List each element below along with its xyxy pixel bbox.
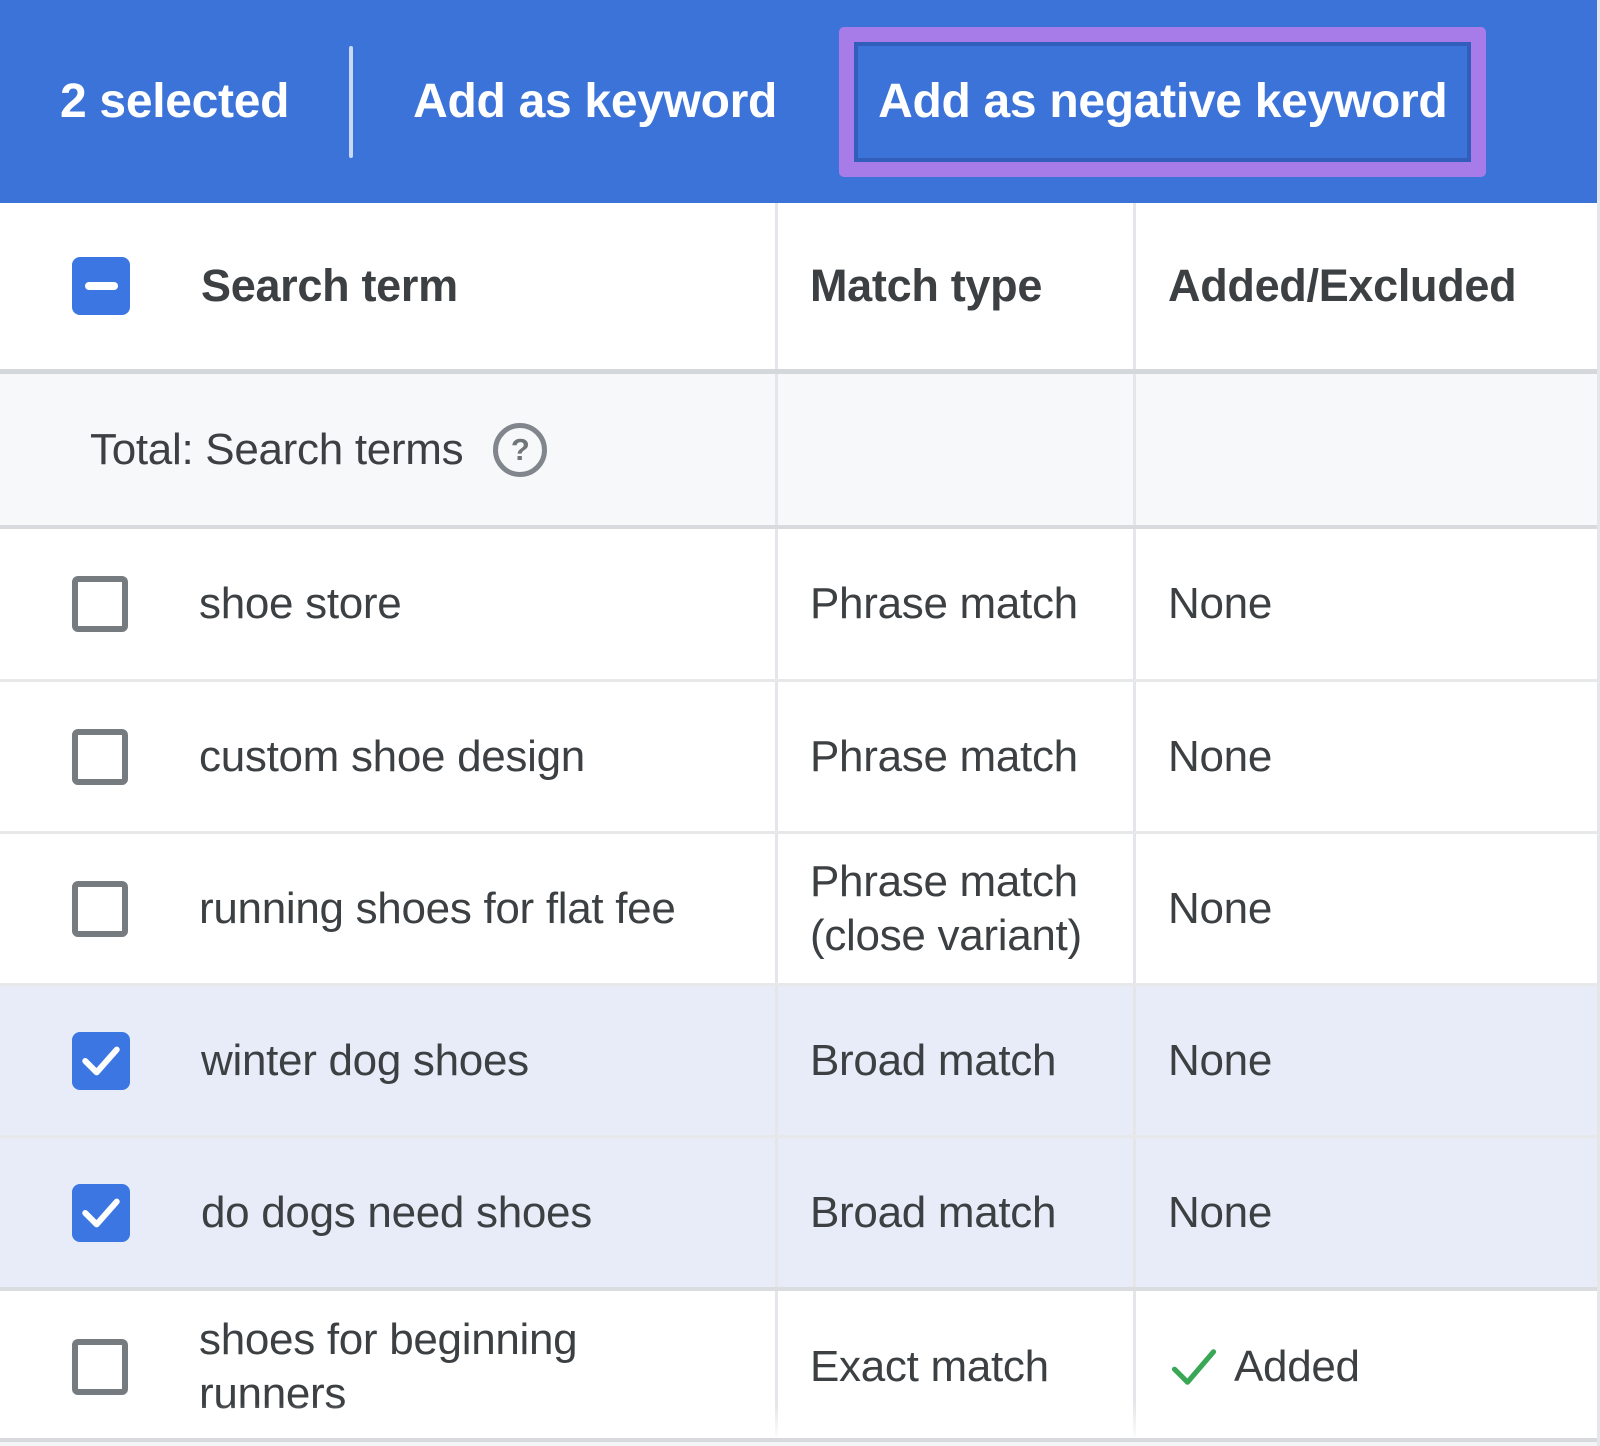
table-header-row: Search term Match type Added/Excluded	[0, 203, 1597, 369]
added-checkmark-icon	[1168, 1345, 1220, 1389]
annotation-highlight-box: Add as negative keyword	[839, 27, 1486, 177]
match-type-column-header: Match type	[810, 259, 1042, 313]
added-excluded-cell-text: None	[1168, 882, 1272, 936]
added-excluded-cell-text: None	[1168, 1034, 1272, 1088]
added-excluded-cell-text: Added	[1234, 1340, 1360, 1394]
search-term-cell-text: do dogs need shoes	[201, 1186, 592, 1240]
added-excluded-cell: None	[1133, 682, 1597, 831]
search-term-cell: shoes for beginning runners	[0, 1291, 775, 1442]
table-row: custom shoe design Phrase match None	[0, 679, 1597, 831]
checkmark-icon	[80, 1043, 122, 1079]
table-row: running shoes for flat fee Phrase match …	[0, 831, 1597, 983]
added-excluded-cell: None	[1133, 1138, 1597, 1287]
table-row: shoe store Phrase match None	[0, 529, 1597, 679]
search-term-header-cell: Search term	[0, 203, 775, 369]
match-type-header-cell[interactable]: Match type	[775, 203, 1133, 369]
match-type-cell: Phrase match	[775, 529, 1133, 679]
added-excluded-cell: None	[1133, 529, 1597, 679]
select-all-checkbox[interactable]	[72, 257, 130, 315]
search-term-cell-text: custom shoe design	[199, 730, 585, 784]
search-term-cell: custom shoe design	[0, 682, 775, 831]
match-type-cell: Broad match	[775, 1138, 1133, 1287]
search-term-cell-text: shoes for beginning runners	[199, 1313, 719, 1421]
add-as-keyword-button[interactable]: Add as keyword	[413, 74, 777, 129]
add-as-negative-keyword-button[interactable]: Add as negative keyword	[878, 74, 1447, 129]
search-term-cell-text: running shoes for flat fee	[199, 882, 676, 936]
toolbar-divider	[349, 46, 353, 158]
match-type-cell: Phrase match (close variant)	[775, 834, 1133, 983]
added-excluded-cell: None	[1133, 986, 1597, 1135]
added-excluded-cell-text: None	[1168, 577, 1272, 631]
added-excluded-column-header: Added/Excluded	[1168, 259, 1516, 313]
search-term-column-header[interactable]: Search term	[201, 259, 458, 313]
row-checkbox[interactable]	[72, 881, 128, 937]
row-checkbox[interactable]	[72, 1339, 128, 1395]
search-terms-report: 2 selected Add as keyword Add as negativ…	[0, 0, 1600, 1446]
match-type-cell-text: Broad match	[810, 1186, 1056, 1240]
total-match-type-cell	[775, 374, 1133, 525]
question-mark-circle-icon[interactable]: ?	[493, 423, 547, 477]
search-term-cell-text: winter dog shoes	[201, 1034, 529, 1088]
bottom-edge	[0, 1442, 1597, 1446]
match-type-cell-text: Phrase match	[810, 577, 1078, 631]
search-term-cell: winter dog shoes	[0, 986, 775, 1135]
match-type-cell: Exact match	[775, 1291, 1133, 1442]
indeterminate-minus-icon	[85, 282, 118, 290]
added-excluded-cell-text: None	[1168, 1186, 1272, 1240]
row-checkbox[interactable]	[72, 1184, 130, 1242]
search-term-cell-text: shoe store	[199, 577, 401, 631]
match-type-cell-text: Phrase match (close variant)	[810, 855, 1133, 963]
search-term-cell: shoe store	[0, 529, 775, 679]
selected-count: 2 selected	[60, 74, 289, 129]
row-checkbox[interactable]	[72, 729, 128, 785]
total-label: Total: Search terms	[90, 423, 463, 477]
total-row: Total: Search terms ?	[0, 369, 1597, 529]
table-body: shoe store Phrase match None custom shoe…	[0, 529, 1597, 1442]
table-row: do dogs need shoes Broad match None	[0, 1135, 1597, 1287]
added-excluded-cell: None	[1133, 834, 1597, 983]
search-term-cell: running shoes for flat fee	[0, 834, 775, 983]
total-label-cell: Total: Search terms ?	[0, 374, 775, 525]
match-type-cell: Broad match	[775, 986, 1133, 1135]
search-term-cell: do dogs need shoes	[0, 1138, 775, 1287]
added-excluded-cell: Added	[1133, 1291, 1597, 1442]
checkmark-icon	[80, 1195, 122, 1231]
added-excluded-cell-text: None	[1168, 730, 1272, 784]
added-excluded-header-cell[interactable]: Added/Excluded	[1133, 203, 1597, 369]
row-checkbox[interactable]	[72, 576, 128, 632]
table-row: shoes for beginning runners Exact match …	[0, 1287, 1597, 1442]
match-type-cell-text: Broad match	[810, 1034, 1056, 1088]
table-row: winter dog shoes Broad match None	[0, 983, 1597, 1135]
match-type-cell-text: Exact match	[810, 1340, 1049, 1394]
match-type-cell: Phrase match	[775, 682, 1133, 831]
row-checkbox[interactable]	[72, 1032, 130, 1090]
total-added-cell	[1133, 374, 1597, 525]
selection-toolbar: 2 selected Add as keyword Add as negativ…	[0, 0, 1597, 203]
match-type-cell-text: Phrase match	[810, 730, 1078, 784]
